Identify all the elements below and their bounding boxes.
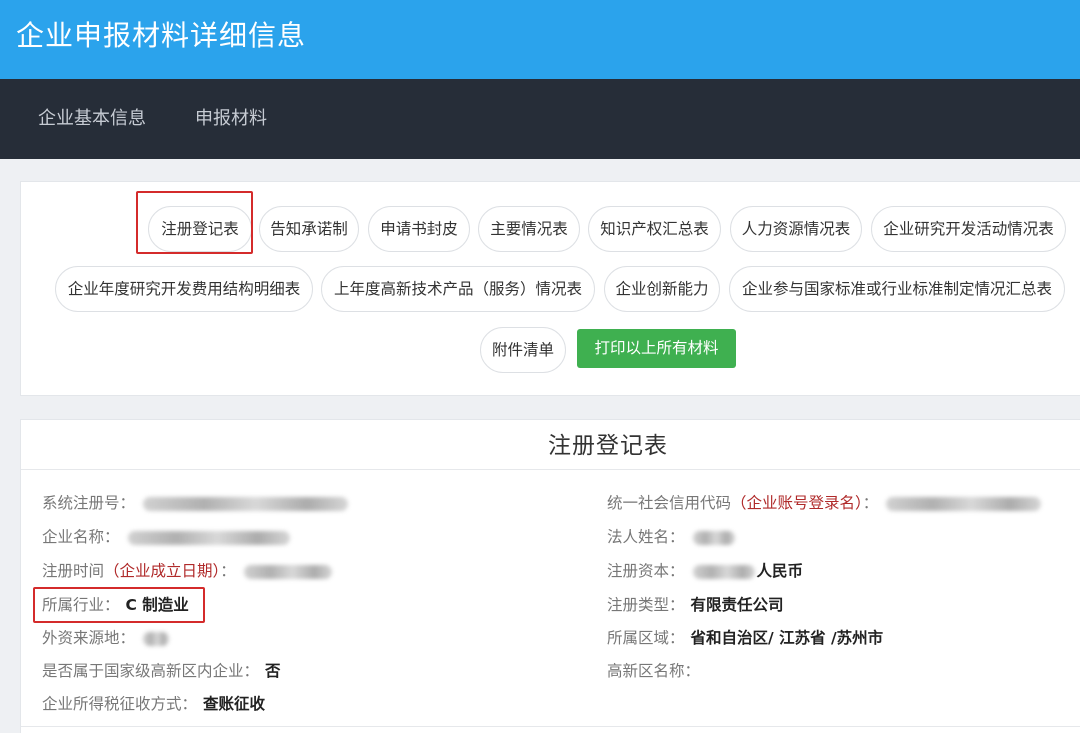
redacted-value	[692, 564, 755, 579]
btn-notification-commitment[interactable]: 告知承诺制	[259, 206, 359, 252]
btn-rd-activities[interactable]: 企业研究开发活动情况表	[871, 206, 1066, 252]
form-divider	[21, 469, 1080, 470]
region-label: 所属区域：	[607, 629, 685, 647]
btn-hightech-products[interactable]: 上年度高新技术产品（服务）情况表	[321, 266, 595, 312]
field-company-name: 企业名称：	[42, 525, 290, 549]
btn-ip-summary[interactable]: 知识产权汇总表	[588, 206, 721, 252]
form-title: 注册登记表	[548, 433, 668, 459]
btn-hr-situation[interactable]: 人力资源情况表	[730, 206, 862, 252]
reg-no-label: 系统注册号：	[42, 494, 136, 512]
reg-time-label: 注册时间	[42, 562, 105, 580]
redacted-value	[243, 564, 332, 579]
field-legal-person: 法人姓名：	[607, 525, 735, 549]
company-name-label: 企业名称：	[42, 528, 120, 546]
print-all-button[interactable]: 打印以上所有材料	[577, 329, 736, 368]
nav-item-materials[interactable]: 申报材料	[195, 105, 267, 133]
reg-type-label: 注册类型：	[607, 596, 685, 614]
btn-innovation-capability[interactable]: 企业创新能力	[604, 266, 720, 312]
national-zone-value: 否	[265, 662, 281, 680]
page-title: 企业申报材料详细信息	[16, 19, 307, 52]
field-reg-time: 注册时间（企业成立日期）：	[42, 559, 332, 583]
tax-method-value: 查账征收	[203, 695, 266, 713]
industry-label: 所属行业：	[42, 596, 120, 614]
nav-bar: 企业基本信息 申报材料	[0, 79, 1080, 159]
redacted-value	[886, 496, 1042, 511]
redacted-value	[127, 530, 290, 545]
btn-rd-expense-structure[interactable]: 企业年度研究开发费用结构明细表	[55, 266, 313, 312]
industry-value: C 制造业	[125, 596, 189, 614]
region-value: 省和自治区/ 江苏省 /苏州市	[690, 629, 884, 647]
reg-time-colon: ：	[220, 562, 236, 580]
field-reg-type: 注册类型： 有限责任公司	[607, 593, 784, 617]
field-national-zone: 是否属于国家级高新区内企业： 否	[42, 659, 281, 683]
nav-item-basic-info[interactable]: 企业基本信息	[38, 105, 146, 133]
reg-type-value: 有限责任公司	[690, 596, 784, 614]
field-credit-code: 统一社会信用代码（企业账号登录名）：	[607, 491, 1042, 515]
national-zone-label: 是否属于国家级高新区内企业：	[42, 662, 260, 680]
credit-code-label: 统一社会信用代码	[607, 494, 732, 512]
btn-attachment-list[interactable]: 附件清单	[480, 327, 566, 373]
field-region: 所属区域： 省和自治区/ 江苏省 /苏州市	[607, 626, 883, 650]
btn-main-situation[interactable]: 主要情况表	[478, 206, 580, 252]
field-industry: 所属行业： C 制造业	[42, 593, 189, 617]
btn-registration-form[interactable]: 注册登记表	[148, 206, 252, 252]
title-bar: 企业申报材料详细信息	[0, 0, 1080, 79]
field-foreign-source: 外资来源地：	[42, 626, 170, 650]
credit-code-hint: （企业账号登录名）	[731, 494, 863, 512]
field-reg-no: 系统注册号：	[42, 491, 349, 515]
redacted-value	[143, 496, 349, 511]
field-zone-name: 高新区名称：	[607, 659, 700, 683]
capital-label: 注册资本：	[607, 562, 685, 580]
legal-person-label: 法人姓名：	[607, 528, 685, 546]
tax-method-label: 企业所得税征收方式：	[42, 695, 198, 713]
zone-name-label: 高新区名称：	[607, 662, 701, 680]
field-capital: 注册资本： 人民币	[607, 559, 803, 583]
capital-currency: 人民币	[756, 562, 804, 580]
foreign-source-label: 外资来源地：	[42, 629, 136, 647]
credit-code-colon: ：	[862, 494, 879, 512]
form-bottom-divider	[21, 726, 1080, 727]
field-tax-method: 企业所得税征收方式： 查账征收	[42, 692, 265, 716]
btn-application-cover[interactable]: 申请书封皮	[368, 206, 470, 252]
redacted-value	[143, 631, 170, 646]
btn-standards-participation[interactable]: 企业参与国家标准或行业标准制定情况汇总表	[729, 266, 1065, 312]
redacted-value	[692, 530, 735, 545]
reg-time-hint: （企业成立日期）	[104, 562, 221, 580]
